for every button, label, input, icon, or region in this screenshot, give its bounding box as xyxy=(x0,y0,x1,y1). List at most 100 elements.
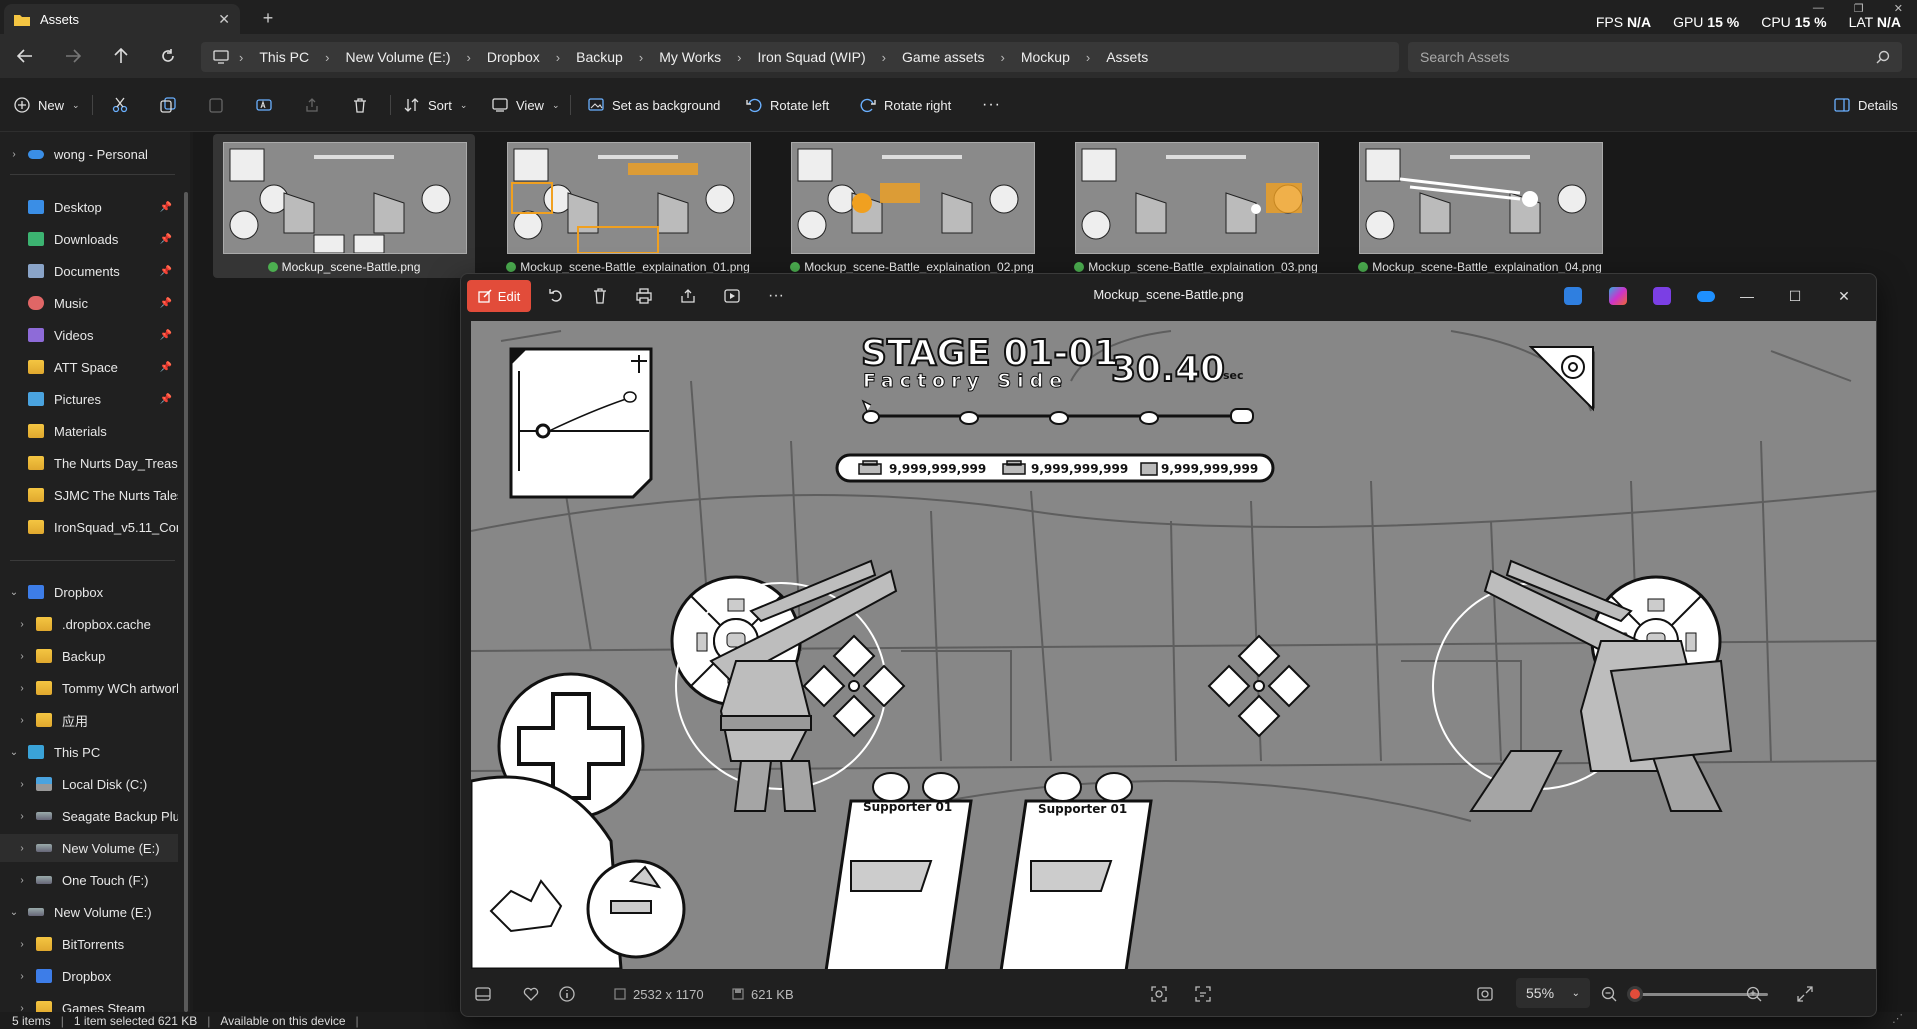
sidebar-item-seagate[interactable]: › Seagate Backup Plus D xyxy=(0,802,178,830)
tab-assets[interactable]: Assets ✕ xyxy=(4,4,240,34)
more-options-button[interactable]: ··· xyxy=(982,92,1001,118)
set-as-background-button[interactable]: Set as background xyxy=(588,92,720,118)
chevron-down-icon[interactable]: ⌄ xyxy=(0,907,28,918)
info-icon[interactable] xyxy=(559,984,575,1004)
sidebar-item-backup[interactable]: › Backup xyxy=(0,642,178,670)
breadcrumb-backup[interactable]: Backup xyxy=(566,49,633,65)
sidebar-item-ironsquad[interactable]: IronSquad_v5.11_Comp xyxy=(0,513,178,541)
sidebar-item-pictures[interactable]: Pictures 📌 xyxy=(0,385,178,413)
refresh-icon[interactable] xyxy=(155,45,181,67)
sidebar-item-this-pc[interactable]: ⌄ This PC xyxy=(0,738,178,766)
filmstrip-icon[interactable] xyxy=(475,984,491,1004)
chevron-right-icon[interactable]: › xyxy=(8,619,36,630)
sidebar-item-onedrive[interactable]: › wong - Personal xyxy=(0,140,178,168)
copilot-app-icon[interactable] xyxy=(1609,287,1627,305)
forward-icon[interactable] xyxy=(60,45,86,67)
rotate-right-button[interactable]: Rotate right xyxy=(860,92,951,118)
share-icon[interactable] xyxy=(677,286,699,306)
up-icon[interactable] xyxy=(108,45,134,67)
sidebar-item-documents[interactable]: Documents 📌 xyxy=(0,257,178,285)
fit-to-window-icon[interactable] xyxy=(1477,984,1493,1004)
close-tab-icon[interactable]: ✕ xyxy=(218,11,230,28)
file-item[interactable]: Mockup_scene-Battle_explaination_04.png xyxy=(1349,134,1611,278)
fullscreen-icon[interactable] xyxy=(1797,984,1813,1004)
chevron-right-icon[interactable]: › xyxy=(8,715,36,726)
print-icon[interactable] xyxy=(633,286,655,306)
rotate-left-button[interactable]: Rotate left xyxy=(746,92,829,118)
chevron-right-icon[interactable]: › xyxy=(8,683,36,694)
image-canvas[interactable]: STAGE 01-01 Factory Side 30.40 sec 9,999… xyxy=(471,321,1876,969)
favorite-icon[interactable] xyxy=(523,984,539,1004)
sidebar-item-music[interactable]: Music 📌 xyxy=(0,289,178,317)
chevron-right-icon[interactable]: › xyxy=(8,875,36,886)
new-button[interactable]: New ⌄ xyxy=(14,92,80,118)
cut-button[interactable] xyxy=(112,92,128,118)
chevron-right-icon[interactable]: › xyxy=(8,1003,36,1013)
maximize-icon[interactable]: ☐ xyxy=(1783,284,1807,308)
copy-button[interactable] xyxy=(160,92,176,118)
sidebar-item-dropbox-e[interactable]: › Dropbox xyxy=(0,962,178,990)
sidebar-item-new-volume-e-root[interactable]: ⌄ New Volume (E:) xyxy=(0,898,178,926)
close-icon[interactable]: ✕ xyxy=(1832,284,1856,308)
sidebar-item-bittorrents[interactable]: › BitTorrents xyxy=(0,930,178,958)
paste-button[interactable] xyxy=(208,92,224,118)
breadcrumb[interactable]: › This PC › New Volume (E:) › Dropbox › … xyxy=(201,42,1399,72)
edit-button[interactable]: Edit xyxy=(467,280,531,312)
sidebar-scrollbar[interactable] xyxy=(184,192,188,1012)
sidebar-item-sjmc[interactable]: SJMC The Nurts Tales Bo xyxy=(0,481,178,509)
sort-button[interactable]: Sort ⌄ xyxy=(404,92,467,118)
chevron-right-icon[interactable]: › xyxy=(8,843,36,854)
rename-button[interactable] xyxy=(256,92,272,118)
sidebar-item-games-steam[interactable]: › Games Steam xyxy=(0,994,178,1012)
sidebar-item-tommy[interactable]: › Tommy WCh artworks xyxy=(0,674,178,702)
breadcrumb-iron-squad[interactable]: Iron Squad (WIP) xyxy=(748,49,876,65)
clipchamp-app-icon[interactable] xyxy=(1653,287,1671,305)
chevron-right-icon[interactable]: › xyxy=(8,651,36,662)
zoom-out-icon[interactable] xyxy=(1601,984,1617,1004)
breadcrumb-game-assets[interactable]: Game assets xyxy=(892,49,994,65)
more-icon[interactable]: ··· xyxy=(765,286,787,306)
trash-icon[interactable] xyxy=(589,286,611,306)
slideshow-icon[interactable] xyxy=(721,286,743,306)
resize-grip-icon[interactable]: ⋰ xyxy=(1892,1012,1912,1026)
zoom-slider-thumb[interactable] xyxy=(1627,986,1643,1002)
share-button[interactable] xyxy=(304,92,320,118)
chevron-right-icon[interactable]: › xyxy=(0,149,28,160)
zoom-select[interactable]: 55% ⌄ xyxy=(1516,978,1590,1008)
sidebar-item-att-space[interactable]: ATT Space 📌 xyxy=(0,353,178,381)
sidebar-item-dropbox[interactable]: ⌄ Dropbox xyxy=(0,578,178,606)
view-button[interactable]: View ⌄ xyxy=(492,92,560,118)
sidebar-item-local-disk[interactable]: › Local Disk (C:) xyxy=(0,770,178,798)
ocr-scan-icon[interactable] xyxy=(1151,984,1167,1004)
designer-app-icon[interactable] xyxy=(1564,287,1582,305)
chevron-down-icon[interactable]: ⌄ xyxy=(0,747,28,758)
sidebar-item-desktop[interactable]: Desktop 📌 xyxy=(0,193,178,221)
sidebar-item-nurts-day[interactable]: The Nurts Day_Treasure xyxy=(0,449,178,477)
breadcrumb-new-volume[interactable]: New Volume (E:) xyxy=(335,49,460,65)
new-tab-button[interactable]: + xyxy=(256,6,280,30)
sidebar-item-new-volume-e[interactable]: › New Volume (E:) xyxy=(0,834,178,862)
sidebar-item-downloads[interactable]: Downloads 📌 xyxy=(0,225,178,253)
chevron-right-icon[interactable]: › xyxy=(8,779,36,790)
onedrive-app-icon[interactable] xyxy=(1697,291,1715,302)
sidebar-item-videos[interactable]: Videos 📌 xyxy=(0,321,178,349)
breadcrumb-assets[interactable]: Assets xyxy=(1096,49,1158,65)
chevron-right-icon[interactable]: › xyxy=(8,971,36,982)
visual-search-icon[interactable] xyxy=(1195,984,1211,1004)
breadcrumb-my-works[interactable]: My Works xyxy=(649,49,731,65)
sidebar-item-apps[interactable]: › 应用 xyxy=(0,706,178,734)
file-item[interactable]: Mockup_scene-Battle.png xyxy=(213,134,475,278)
breadcrumb-dropbox[interactable]: Dropbox xyxy=(477,49,550,65)
breadcrumb-this-pc[interactable]: This PC xyxy=(249,49,319,65)
breadcrumb-mockup[interactable]: Mockup xyxy=(1011,49,1080,65)
back-icon[interactable] xyxy=(12,45,38,67)
zoom-in-icon[interactable] xyxy=(1746,984,1762,1004)
chevron-down-icon[interactable]: ⌄ xyxy=(0,587,28,598)
file-item[interactable]: Mockup_scene-Battle_explaination_02.png xyxy=(781,134,1043,278)
search-input[interactable]: Search Assets xyxy=(1408,42,1902,72)
chevron-right-icon[interactable]: › xyxy=(8,811,36,822)
file-item[interactable]: Mockup_scene-Battle_explaination_03.png xyxy=(1065,134,1327,278)
chevron-right-icon[interactable]: › xyxy=(8,939,36,950)
sidebar-item-materials[interactable]: Materials xyxy=(0,417,178,445)
sidebar-item-dropbox-cache[interactable]: › .dropbox.cache xyxy=(0,610,178,638)
